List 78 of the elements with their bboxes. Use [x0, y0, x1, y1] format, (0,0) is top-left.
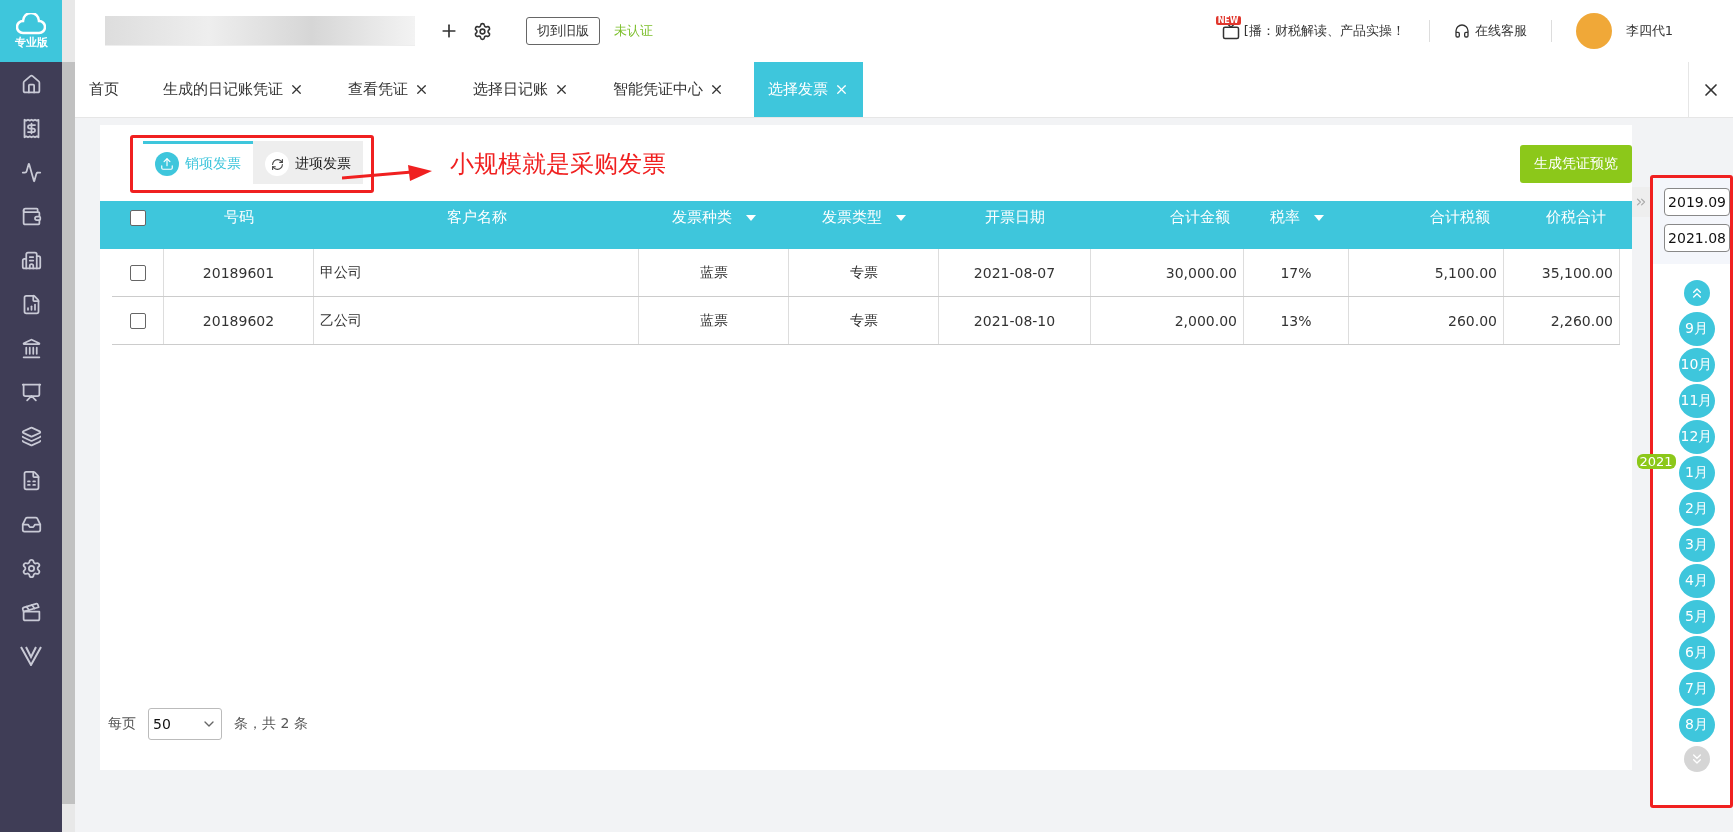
page-tab[interactable]: 生成的日记账凭证	[149, 62, 318, 117]
end-date-field[interactable]: 2021.08	[1664, 224, 1730, 252]
month-button[interactable]: 12月	[1678, 420, 1715, 454]
invoice-tab[interactable]: 进项发票	[253, 141, 363, 184]
month-button[interactable]: 9月	[1678, 312, 1715, 346]
month-button[interactable]: 4月	[1678, 564, 1715, 598]
column-header[interactable]: 号码	[164, 201, 314, 235]
news-link[interactable]: [播：财税解读、产品实操！	[1243, 22, 1405, 40]
new-badge: NEW	[1215, 16, 1241, 25]
table-cell: 35,100.00	[1504, 249, 1620, 296]
select-all-checkbox[interactable]	[130, 209, 146, 226]
per-page-select[interactable]: 50	[148, 708, 222, 740]
page-tab[interactable]: 智能凭证中心	[599, 62, 738, 117]
table-cell: 30,000.00	[1091, 249, 1244, 296]
close-icon[interactable]	[554, 82, 569, 97]
column-header[interactable]: 发票种类	[639, 201, 789, 235]
column-header[interactable]: 价税合计	[1504, 201, 1620, 235]
auth-status: 未认证	[614, 22, 653, 40]
close-icon[interactable]	[709, 82, 724, 97]
month-button[interactable]: 5月	[1678, 600, 1715, 634]
column-header[interactable]: 开票日期	[939, 201, 1091, 235]
year-badge: 2021	[1636, 454, 1676, 469]
row-checkbox[interactable]	[129, 264, 146, 281]
row-checkbox[interactable]	[129, 312, 146, 329]
page-tab[interactable]: 首页	[75, 62, 133, 117]
table-cell: 2,260.00	[1504, 297, 1620, 344]
table-cell: 2,000.00	[1091, 297, 1244, 344]
month-button[interactable]: 6月	[1678, 636, 1715, 670]
per-page-label: 每页	[108, 715, 136, 733]
annotation-text: 小规模就是采购发票	[450, 149, 666, 180]
tv-icon[interactable]	[1221, 22, 1240, 40]
generate-preview-button[interactable]: 生成凭证预览	[1520, 145, 1632, 183]
upload-icon	[160, 157, 174, 171]
edition-label: 专业版	[14, 34, 48, 50]
brand-logo[interactable]: 专业版	[0, 0, 62, 62]
table-cell: 蓝票	[639, 249, 789, 296]
page-tab[interactable]: 选择日记账	[459, 62, 583, 117]
table-cell: 20189601	[164, 249, 314, 296]
close-icon[interactable]	[289, 82, 304, 97]
table-cell: 专票	[789, 297, 939, 344]
headset-icon	[1453, 23, 1470, 39]
table-cell: 260.00	[1349, 297, 1504, 344]
table-cell: 甲公司	[314, 249, 639, 296]
user-name: 李四代1	[1625, 22, 1673, 40]
avatar	[1575, 13, 1612, 49]
table-cell: 2021-08-07	[939, 249, 1091, 296]
month-button[interactable]: 2月	[1678, 492, 1715, 526]
column-header[interactable]: 发票类型	[789, 201, 939, 235]
month-button[interactable]: 11月	[1678, 384, 1715, 418]
month-button[interactable]: 8月	[1678, 708, 1715, 742]
close-icon[interactable]	[414, 82, 429, 97]
month-button[interactable]: 7月	[1678, 672, 1715, 706]
start-date-field[interactable]: 2019.09	[1664, 188, 1730, 216]
scrollbar-thumb[interactable]	[62, 62, 75, 804]
table-cell: 17%	[1244, 249, 1349, 296]
table-cell: 5,100.00	[1349, 249, 1504, 296]
page-tab[interactable]: 查看凭证	[334, 62, 443, 117]
refresh-icon	[270, 157, 284, 171]
cloud-logo-icon	[16, 12, 46, 35]
column-header[interactable]: 合计税额	[1349, 201, 1504, 235]
month-button[interactable]: 10月	[1678, 348, 1715, 382]
column-header[interactable]: 税率	[1244, 201, 1349, 235]
double-chevron-right-icon	[1634, 195, 1648, 209]
column-header[interactable]: 合计金额	[1091, 201, 1244, 235]
table-cell: 专票	[789, 249, 939, 296]
table-cell: 乙公司	[314, 297, 639, 344]
table-cell: 蓝票	[639, 297, 789, 344]
switch-version-button[interactable]: 切到旧版	[526, 17, 600, 45]
column-header[interactable]: 客户名称	[314, 201, 639, 235]
page-tab[interactable]: 选择发票	[754, 62, 863, 117]
month-button[interactable]: 3月	[1678, 528, 1715, 562]
collapse-handle[interactable]	[1632, 187, 1650, 217]
settings-icon[interactable]	[473, 21, 492, 41]
table-cell: 13%	[1244, 297, 1349, 344]
support-link[interactable]: 在线客服	[1453, 22, 1527, 40]
record-count: 条，共 2 条	[234, 715, 308, 733]
table-cell: 20189602	[164, 297, 314, 344]
table-cell: 2021-08-10	[939, 297, 1091, 344]
